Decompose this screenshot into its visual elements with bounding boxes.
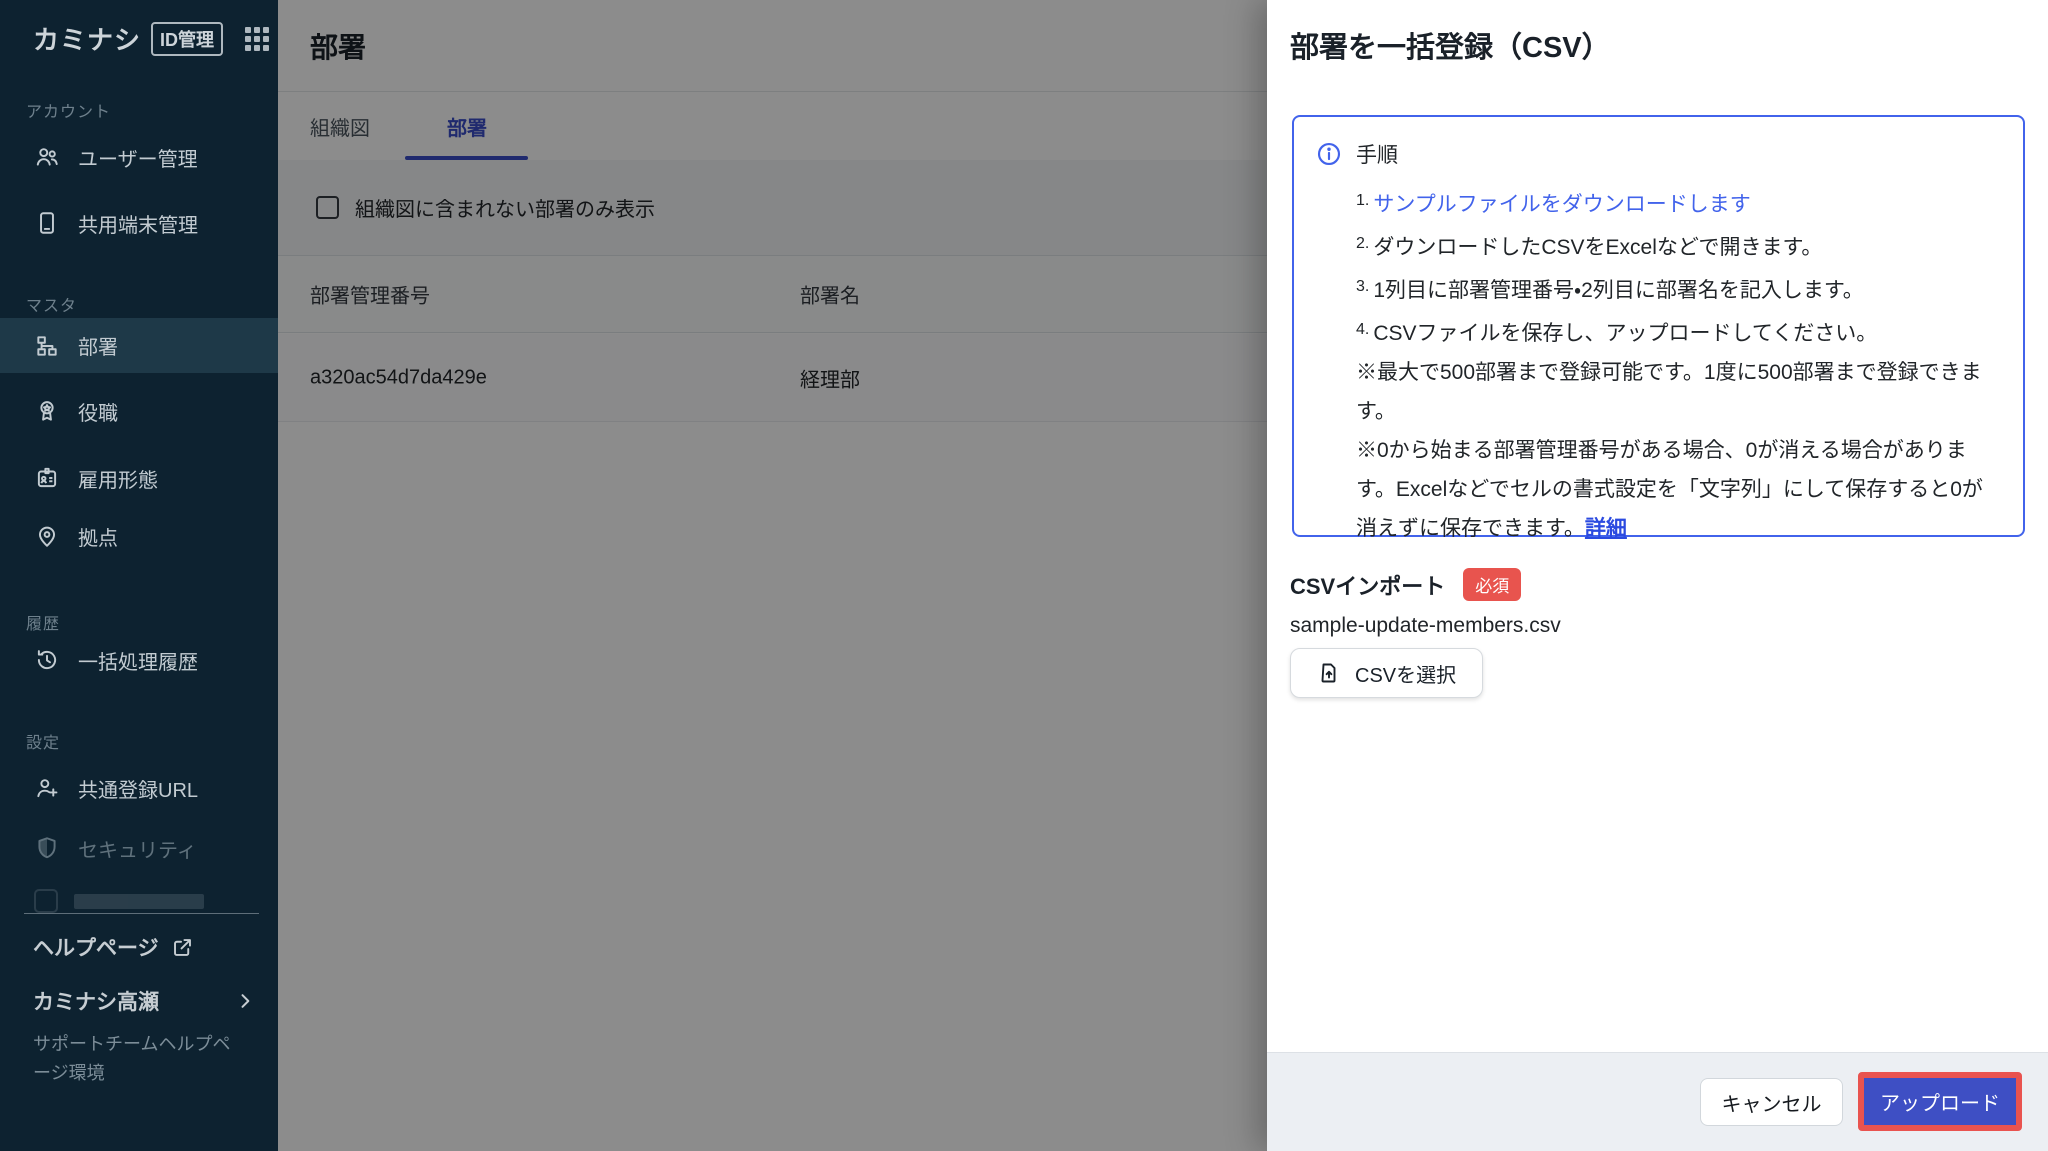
clipped-nav-item [34, 888, 234, 914]
step-number: 2. [1356, 235, 1369, 252]
sidebar-item-common-registration-url[interactable]: 共通登録URL [0, 765, 278, 811]
note-max-departments: ※最大で500部署まで登録可能です。1度に500部署まで登録できます。 [1356, 353, 1997, 431]
map-pin-icon [34, 523, 60, 549]
details-link[interactable]: 詳細 [1585, 517, 1627, 540]
note-text: ※0から始まる部署管理番号がある場合、0が消える場合があります。Excelなどで… [1356, 439, 1983, 540]
section-label-settings: 設定 [26, 729, 60, 753]
step-text: 1列目に部署管理番号・2列目に部署名を記入します。 [1373, 279, 1863, 302]
tenant-subtitle: サポートチームヘルプページ環境 [33, 1030, 245, 1088]
step-text: ダウンロードしたCSVをExcelなどで開きます。 [1373, 236, 1822, 259]
sidebar-item-positions[interactable]: 役職 [0, 388, 278, 434]
step-2: 2.ダウンロードしたCSVをExcelなどで開きます。 [1356, 224, 1997, 267]
sidebar: カミナシ ID管理 アカウント ユーザー管理 共用端末管理 マスタ 部署 役職 … [0, 0, 278, 1151]
users-icon [34, 144, 60, 170]
sidebar-item-shared-devices[interactable]: 共用端末管理 [0, 200, 278, 246]
drawer-footer: キャンセル アップロード [1267, 1052, 2048, 1151]
help-page-label: ヘルプページ [33, 932, 159, 962]
sidebar-item-label: 共用端末管理 [78, 209, 198, 238]
tenant-name: カミナシ高瀬 [33, 986, 159, 1016]
logo-text: カミナシ [33, 20, 141, 57]
sidebar-divider [24, 913, 259, 914]
instructions-info-box: 手順 1.サンプルファイルをダウンロードします 2.ダウンロードしたCSVをEx… [1292, 115, 2025, 537]
required-badge: 必須 [1463, 568, 1521, 601]
csv-import-field: CSVインポート 必須 [1290, 568, 1521, 601]
section-label-history: 履歴 [26, 610, 60, 634]
note-leading-zero: ※0から始まる部署管理番号がある場合、0が消える場合があります。Excelなどで… [1356, 431, 1997, 548]
step-number: 4. [1356, 321, 1369, 338]
step-3: 3.1列目に部署管理番号・2列目に部署名を記入します。 [1356, 267, 1997, 310]
sidebar-item-departments[interactable]: 部署 [0, 318, 278, 373]
sample-file-download-link[interactable]: サンプルファイルをダウンロードします [1373, 193, 1750, 216]
modal-overlay[interactable] [278, 0, 1267, 1151]
sidebar-item-user-management[interactable]: ユーザー管理 [0, 134, 278, 180]
select-csv-button-label: CSVを選択 [1355, 659, 1456, 688]
drawer-title: 部署を一括登録（CSV） [1290, 24, 1611, 66]
chevron-right-icon [235, 991, 255, 1011]
step-4: 4.CSVファイルを保存し、アップロードしてください。 [1356, 310, 1997, 353]
sidebar-item-security[interactable]: セキュリティ [0, 825, 278, 871]
app-logo: カミナシ ID管理 [33, 20, 269, 57]
sidebar-item-label: 役職 [78, 397, 118, 426]
csv-import-label: CSVインポート [1290, 569, 1445, 601]
sidebar-item-label: 拠点 [78, 522, 118, 551]
file-upload-icon [1317, 661, 1341, 685]
upload-button[interactable]: アップロード [1864, 1078, 2016, 1125]
logo-id-badge: ID管理 [151, 22, 223, 56]
tenant-menu[interactable]: カミナシ高瀬 [33, 986, 255, 1016]
user-plus-icon [34, 775, 60, 801]
help-page-link[interactable]: ヘルプページ [33, 932, 194, 962]
select-csv-button[interactable]: CSVを選択 [1290, 648, 1483, 698]
org-chart-icon [34, 333, 60, 359]
app-switcher-grid-icon[interactable] [245, 27, 269, 51]
sidebar-item-label: 部署 [78, 331, 118, 360]
sidebar-item-label: 一括処理履歴 [78, 646, 198, 675]
tablet-icon [34, 210, 60, 236]
app-root: カミナシ ID管理 アカウント ユーザー管理 共用端末管理 マスタ 部署 役職 … [0, 0, 2048, 1151]
sidebar-item-label: セキュリティ [78, 834, 197, 863]
id-card-icon [34, 465, 60, 491]
info-icon [1316, 141, 1342, 167]
bulk-register-csv-drawer: 部署を一括登録（CSV） 手順 1.サンプルファイルをダウンロードします 2.ダ… [1267, 0, 2048, 1151]
selected-file-name: sample-update-members.csv [1290, 614, 1561, 638]
section-label-master: マスタ [26, 292, 77, 316]
step-text: CSVファイルを保存し、アップロードしてください。 [1373, 322, 1877, 345]
step-1: 1.サンプルファイルをダウンロードします [1356, 181, 1997, 224]
step-number: 3. [1356, 278, 1369, 295]
sidebar-item-label: ユーザー管理 [78, 143, 198, 172]
sidebar-item-locations[interactable]: 拠点 [0, 513, 278, 559]
step-number: 1. [1356, 192, 1369, 209]
medal-icon [34, 398, 60, 424]
sidebar-item-label: 雇用形態 [78, 464, 158, 493]
sidebar-item-bulk-history[interactable]: 一括処理履歴 [0, 637, 278, 683]
history-icon [34, 647, 60, 673]
cancel-button[interactable]: キャンセル [1700, 1078, 1843, 1126]
shield-icon [34, 835, 60, 861]
sidebar-item-employment-types[interactable]: 雇用形態 [0, 455, 278, 501]
instructions-steps: 1.サンプルファイルをダウンロードします 2.ダウンロードしたCSVをExcel… [1356, 181, 1997, 548]
click-highlight-annotation: アップロード [1858, 1072, 2022, 1131]
sidebar-item-label: 共通登録URL [78, 774, 198, 803]
instructions-heading: 手順 [1356, 139, 1398, 169]
external-link-icon [171, 936, 194, 959]
section-label-account: アカウント [26, 98, 111, 122]
